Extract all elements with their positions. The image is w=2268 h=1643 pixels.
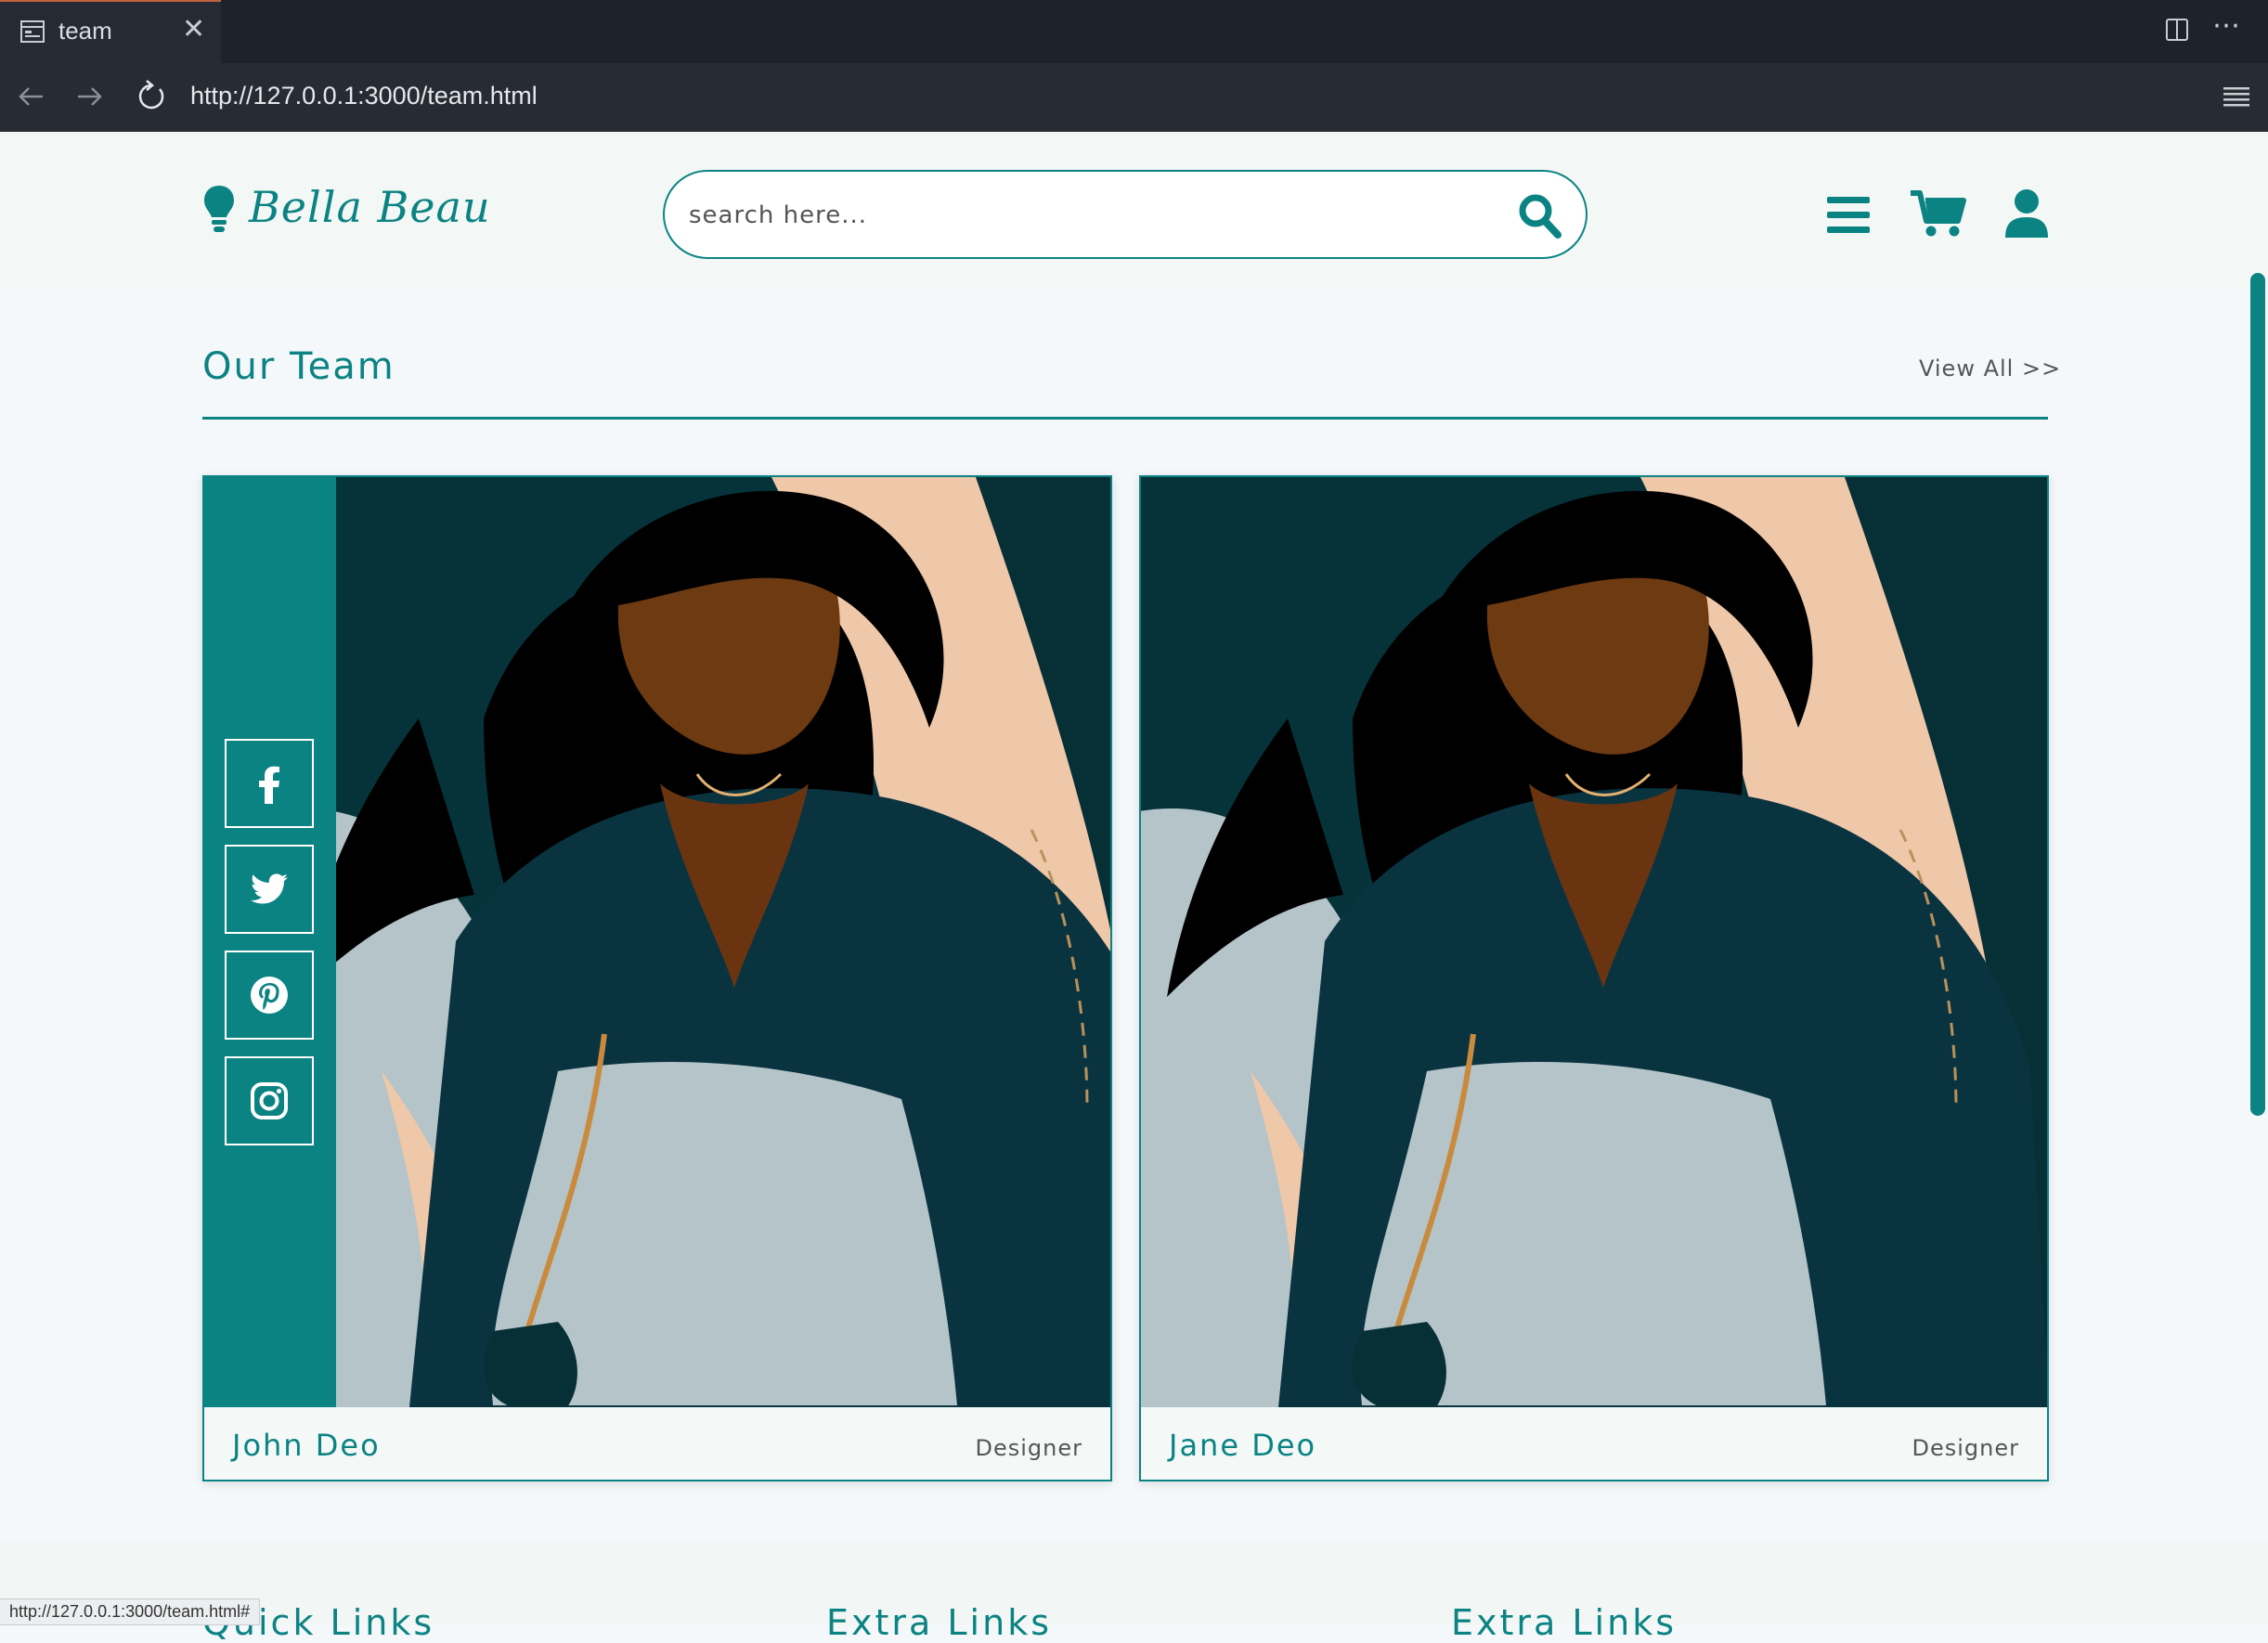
forward-arrow-icon[interactable] xyxy=(74,81,106,112)
facebook-link[interactable] xyxy=(225,739,314,828)
scrollbar-thumb[interactable] xyxy=(2250,273,2265,1116)
site-header: Bella Beau xyxy=(0,132,2268,290)
more-options-icon[interactable]: ⋯ xyxy=(2212,9,2241,42)
member-role: Designer xyxy=(1912,1435,2019,1461)
member-name: John Deo xyxy=(232,1428,381,1463)
address-bar[interactable]: http://127.0.0.1:3000/team.html xyxy=(190,82,538,110)
member-name: Jane Deo xyxy=(1169,1428,1317,1463)
user-icon[interactable] xyxy=(2005,189,2048,238)
back-arrow-icon[interactable] xyxy=(15,81,46,112)
search-icon[interactable] xyxy=(1517,192,1562,239)
team-card[interactable]: John Deo Designer xyxy=(202,475,1112,1481)
split-view-icon[interactable] xyxy=(2166,19,2188,41)
tab-title: team xyxy=(58,17,112,45)
status-bar-url: http://127.0.0.1:3000/team.html# xyxy=(0,1598,261,1625)
team-member-photo xyxy=(204,477,1110,1407)
footer-heading: Extra Links xyxy=(826,1602,1053,1643)
instagram-link[interactable] xyxy=(225,1056,314,1145)
section-divider xyxy=(202,417,2048,420)
pinterest-link[interactable] xyxy=(225,951,314,1040)
search-form xyxy=(663,170,1588,259)
reload-icon[interactable] xyxy=(136,80,167,113)
page-icon xyxy=(20,20,45,43)
team-member-photo xyxy=(1141,477,2047,1407)
footer: Quick Links Extra Links Extra Links xyxy=(0,1541,2268,1643)
pinterest-icon xyxy=(251,977,288,1014)
browser-tab-bar: team ✕ ⋯ xyxy=(0,0,2268,63)
instagram-icon xyxy=(251,1082,288,1119)
menu-icon[interactable] xyxy=(1827,197,1870,234)
twitter-icon xyxy=(251,873,288,904)
view-all-link[interactable]: View All >> xyxy=(1919,356,2061,382)
team-card[interactable]: Jane Deo Designer xyxy=(1139,475,2049,1481)
footer-heading: Extra Links xyxy=(1451,1602,1678,1643)
facebook-icon xyxy=(259,766,279,804)
social-links xyxy=(204,477,336,1407)
lightbulb-icon[interactable] xyxy=(202,184,236,234)
browser-nav-bar: http://127.0.0.1:3000/team.html xyxy=(0,63,2268,132)
search-input[interactable] xyxy=(687,196,1452,235)
close-tab-icon[interactable]: ✕ xyxy=(182,13,205,45)
twitter-link[interactable] xyxy=(225,845,314,934)
logo[interactable]: Bella Beau xyxy=(249,182,491,232)
hamburger-menu-icon[interactable] xyxy=(2223,85,2249,108)
cart-icon[interactable] xyxy=(1911,189,1966,238)
member-role: Designer xyxy=(975,1435,1082,1461)
browser-tab[interactable]: team ✕ xyxy=(0,0,221,63)
section-title: Our Team xyxy=(202,345,395,388)
